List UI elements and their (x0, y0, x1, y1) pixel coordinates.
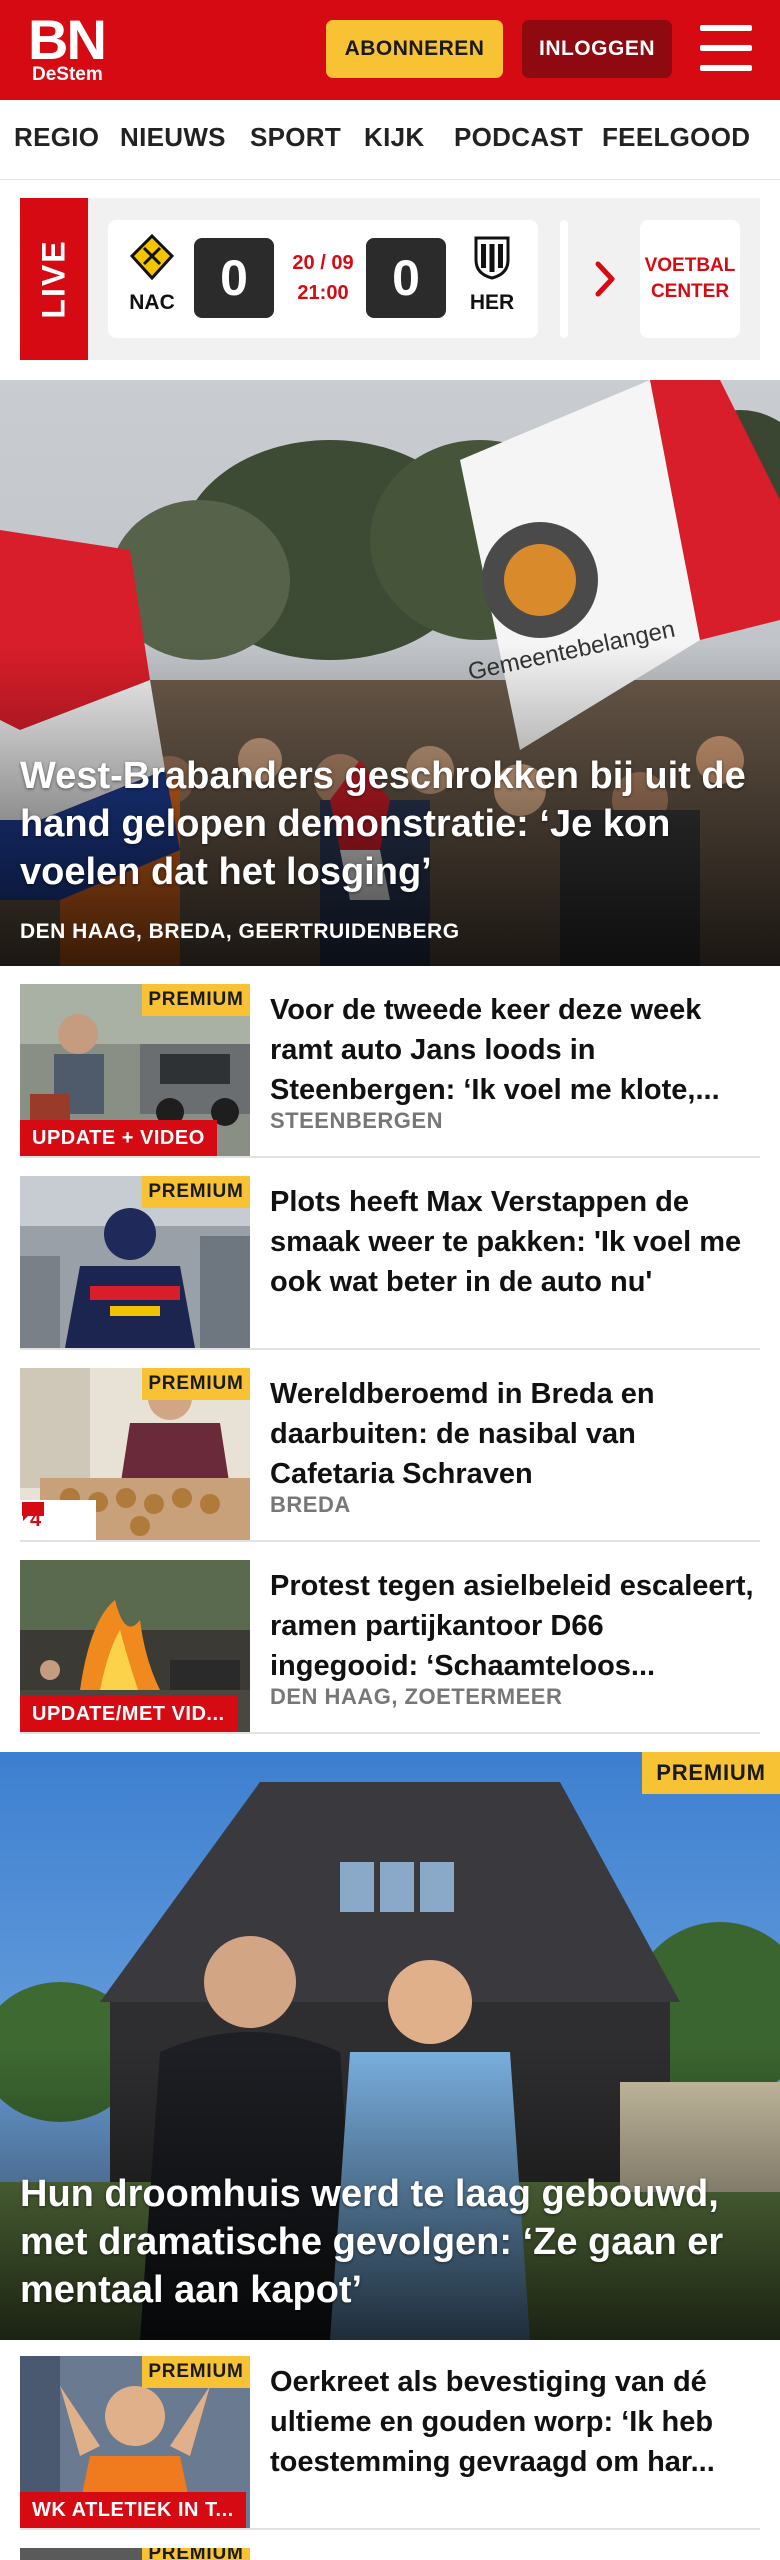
logo-main: BN (28, 8, 107, 71)
article-thumbnail[interactable]: UPDATE/MET VID... (20, 1560, 250, 1732)
comment-count[interactable]: 4 (20, 1500, 96, 1540)
away-team-name: HER (469, 291, 515, 314)
article-title[interactable]: Voor de tweede keer deze week ramt auto … (270, 990, 758, 1110)
premium-badge: PREMIUM (642, 1752, 780, 1794)
login-button[interactable]: INLOGGEN (522, 20, 672, 78)
match-date: 20 / 09 (292, 252, 354, 274)
chevron-right-icon[interactable] (592, 258, 620, 300)
nac-crest-icon (129, 233, 175, 281)
article-item[interactable]: PREMIUM Plots heeft Max Verstappen de sm… (20, 1176, 760, 1350)
nav-item-sport[interactable]: SPORT (250, 122, 341, 153)
event-label: WK ATLETIEK IN T... (20, 2492, 246, 2528)
article-item[interactable]: PREMIUM 4 Wereldberoemd in Breda en daar… (20, 1368, 760, 1542)
article-item[interactable]: PREMIUM WK ATLETIEK IN T... Oerkreet als… (20, 2356, 760, 2530)
live-score-widget: LIVE NAC 0 20 / 09 21:00 0 HER VOETBAL C… (20, 198, 760, 360)
home-team: NAC (124, 233, 180, 326)
premium-badge: PREMIUM (142, 984, 250, 1016)
logo-sub: DeStem (32, 64, 103, 85)
comment-icon (22, 1502, 44, 1521)
article-location: BREDA (270, 1492, 351, 1517)
article-item[interactable]: PREMIUM (20, 2548, 760, 2560)
article-title[interactable]: Protest tegen asielbeleid escaleert, ram… (270, 1566, 758, 1686)
hero-headline[interactable]: West-Brabanders geschrokken bij uit de h… (20, 752, 760, 896)
hero-location: DEN HAAG, BREDA, GEERTRUIDENBERG (20, 920, 460, 943)
premium-badge: PREMIUM (142, 1176, 250, 1208)
home-score: 0 (194, 238, 274, 318)
match-card[interactable]: NAC 0 20 / 09 21:00 0 HER (108, 220, 538, 338)
home-team-name: NAC (129, 291, 175, 314)
article-thumbnail[interactable]: PREMIUM 4 (20, 1368, 250, 1540)
article-title[interactable]: Wereldberoemd in Breda en daarbuiten: de… (270, 1374, 758, 1494)
nav-item-feelgood[interactable]: FEELGOOD (602, 122, 750, 153)
article-item[interactable]: PREMIUM UPDATE + VIDEO Voor de tweede ke… (20, 984, 760, 1158)
article-item[interactable]: UPDATE/MET VID... Protest tegen asielbel… (20, 1560, 760, 1734)
article-title[interactable]: Oerkreet als bevestiging van dé ultieme … (270, 2362, 758, 2482)
football-center-link[interactable]: VOETBAL CENTER (640, 220, 740, 338)
article-location: STEENBERGEN (270, 1108, 443, 1133)
site-header: BN DeStem ABONNEREN INLOGGEN (0, 0, 780, 100)
update-label: UPDATE/MET VID... (20, 1696, 237, 1732)
premium-badge: PREMIUM (142, 2356, 250, 2388)
nav-overflow-fade (760, 122, 780, 158)
article-thumbnail[interactable]: PREMIUM WK ATLETIEK IN T... (20, 2356, 250, 2528)
subscribe-button[interactable]: ABONNEREN (326, 20, 503, 78)
match-time: 21:00 (297, 282, 349, 304)
article-thumbnail[interactable]: PREMIUM (20, 2548, 250, 2560)
feature-headline[interactable]: Hun droomhuis werd te laag gebouwd, met … (20, 2170, 760, 2314)
away-score: 0 (366, 238, 446, 318)
premium-badge: PREMIUM (142, 1368, 250, 1400)
nav-item-nieuws[interactable]: NIEUWS (120, 122, 226, 153)
feature-article[interactable]: PREMIUM Hun droomhuis werd te laag gebou… (0, 1752, 780, 2340)
live-badge: LIVE (20, 198, 88, 360)
article-title[interactable]: Plots heeft Max Verstappen de smaak weer… (270, 1182, 758, 1302)
hamburger-menu-icon[interactable] (700, 25, 752, 71)
update-label: UPDATE + VIDEO (20, 1120, 217, 1156)
logo[interactable]: BN DeStem (28, 10, 114, 86)
heracles-crest-icon (474, 236, 510, 280)
article-thumbnail[interactable]: PREMIUM (20, 1176, 250, 1348)
article-location: DEN HAAG, ZOETERMEER (270, 1684, 563, 1709)
premium-badge: PREMIUM (142, 2548, 250, 2560)
article-thumbnail[interactable]: PREMIUM UPDATE + VIDEO (20, 984, 250, 1156)
away-team: HER (464, 234, 520, 326)
nav-item-regio[interactable]: REGIO (14, 122, 99, 153)
section-nav: REGIO NIEUWS SPORT KIJK PODCAST FEELGOOD (0, 100, 780, 180)
match-datetime: 20 / 09 21:00 (284, 248, 362, 308)
hero-article[interactable]: Gemeentebelangen West-Brabanders geschro… (0, 380, 780, 966)
nav-item-kijk[interactable]: KIJK (364, 122, 424, 153)
nav-item-podcast[interactable]: PODCAST (454, 122, 583, 153)
next-match-card-edge[interactable] (560, 220, 568, 338)
